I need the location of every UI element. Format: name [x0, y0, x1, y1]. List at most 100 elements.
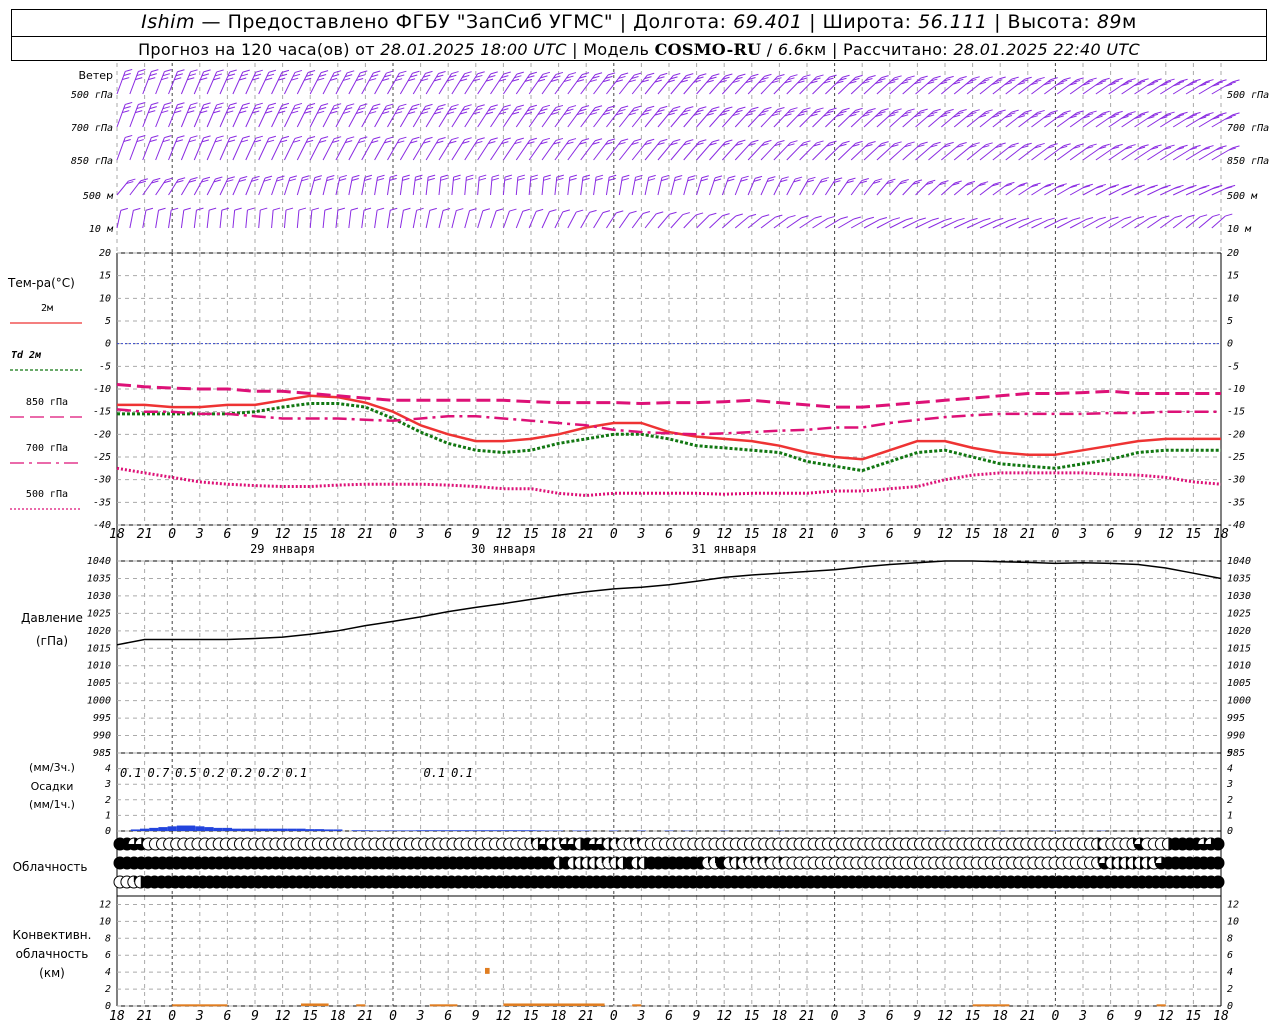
wind-barb-feather: [933, 75, 941, 79]
wind-barb-feather: [177, 69, 185, 73]
wind-barb: [361, 210, 365, 229]
wind-barb-feather: [712, 139, 720, 143]
wind-barb-feather: [621, 177, 629, 181]
wind-barb-feather: [451, 137, 459, 141]
wind-barb-feather: [970, 217, 978, 221]
wind-barb-feather: [972, 142, 980, 146]
wind-barb: [283, 72, 296, 95]
wind-barb: [219, 210, 223, 229]
wind-barb: [180, 210, 185, 229]
wind-barb-feather: [399, 136, 407, 140]
wind-barb-feather: [542, 104, 551, 108]
wind-barb-feather: [517, 174, 526, 178]
precip-bar: [140, 828, 150, 831]
wind-barb: [1159, 217, 1176, 229]
wind-barb-feather: [620, 138, 629, 142]
precip-bar: [232, 828, 242, 831]
wind-barb-feather: [892, 217, 901, 221]
wind-barb-feather: [427, 177, 435, 181]
wind-barb: [193, 210, 197, 229]
y-tick-label-right: 10: [1227, 293, 1239, 304]
wind-barb-feather: [479, 174, 487, 178]
wind-barb-feather: [620, 72, 629, 76]
wind-barb-feather: [894, 141, 902, 145]
wind-barb-feather: [790, 74, 798, 78]
wind-barb-feather: [983, 217, 991, 221]
y-tick-label-right: 1000: [1227, 696, 1251, 707]
wind-barb-feather: [429, 207, 437, 211]
precip-3h-label: 0.2: [258, 766, 280, 780]
wind-barb-feather: [1128, 78, 1136, 82]
wind-barb-feather: [264, 175, 273, 179]
wind-barb: [464, 210, 471, 229]
y-tick-label-right: 995: [1227, 713, 1245, 724]
precip-3h-label: 0.1: [424, 766, 446, 780]
wind-barb-feather: [390, 174, 398, 178]
time-tick-label: 6: [223, 1009, 231, 1024]
wind-barb-feather: [242, 69, 250, 73]
wind-barb-feather: [453, 177, 461, 181]
wind-barb: [1005, 219, 1023, 229]
precip-unit-3h: (мм/3ч.): [29, 761, 75, 774]
wind-barb-feather: [647, 72, 655, 76]
time-tick-label: 6: [886, 1009, 894, 1024]
wind-barb-feather: [595, 177, 603, 181]
wind-barb-feather: [504, 177, 512, 181]
y-tick-label-right: 10: [1227, 916, 1239, 927]
y-tick-label-left: 1000: [87, 696, 111, 707]
time-tick-label: 3: [416, 1009, 425, 1024]
time-tick-label: 21: [1020, 527, 1036, 542]
precip-3h-label: 0.2: [203, 766, 225, 780]
y-tick-label-left: 4: [105, 967, 111, 978]
wind-barb: [168, 210, 172, 229]
wind-barb-feather: [634, 138, 642, 142]
wind-barb-feather: [373, 136, 381, 140]
convective-bar: [172, 1004, 228, 1007]
wind-barb: [490, 210, 497, 229]
wind-barb-feather: [589, 209, 597, 213]
time-tick-label: 15: [744, 527, 760, 542]
meteogram: Ветер 500 гПа 500 гПа 700 гПа 700 гПа 850 гПа…: [7, 63, 1269, 1024]
wind-barb: [258, 138, 270, 161]
time-tick-label: 3: [195, 1009, 204, 1024]
wind-barb-feather: [151, 69, 159, 73]
convective-bar: [632, 1004, 642, 1007]
time-tick-label: 18: [330, 1009, 346, 1024]
wind-barb-feather: [490, 137, 498, 141]
wind-barb-feather: [543, 174, 551, 178]
wind-barb: [348, 72, 361, 95]
wind-barb-feather: [478, 177, 487, 181]
wind-barb-feather: [373, 103, 381, 107]
wind-barb: [825, 218, 842, 229]
y-tick-label-left: -15: [93, 407, 111, 418]
wind-barb: [1082, 218, 1099, 229]
precip-bar: [535, 830, 545, 831]
wind-barb-feather: [516, 137, 524, 141]
wind-barb: [245, 71, 257, 95]
wind-barb-feather: [120, 207, 128, 211]
time-tick-label: 0: [831, 527, 839, 542]
precip-bar: [130, 829, 140, 831]
wind-barb-feather: [183, 207, 191, 211]
wind-barb-feather: [337, 207, 346, 211]
wind-barb-feather: [931, 217, 939, 221]
wind-barb-feather: [914, 179, 923, 183]
wind-barb: [1198, 216, 1214, 229]
wind-barb-feather: [764, 139, 772, 143]
wind-barb-feather: [1085, 217, 1094, 220]
wind-barb-feather: [764, 73, 772, 77]
wind-barb-feather: [686, 139, 694, 143]
wind-barb-feather: [229, 102, 237, 106]
wind-barb-feather: [794, 176, 803, 180]
wind-barb-feather: [145, 207, 154, 211]
wind-barb-feather: [967, 180, 976, 184]
wind-barb: [786, 217, 802, 229]
wind-barb-feather: [542, 71, 551, 75]
y-tick-label-right: 0: [1227, 339, 1233, 350]
wind-barb: [515, 177, 519, 196]
conv-ylabel-1: Конвективн.: [13, 928, 92, 942]
wind-barb: [296, 105, 309, 128]
wind-barb-feather: [954, 180, 962, 184]
wind-barb: [193, 137, 205, 161]
wind-barb: [245, 210, 248, 229]
